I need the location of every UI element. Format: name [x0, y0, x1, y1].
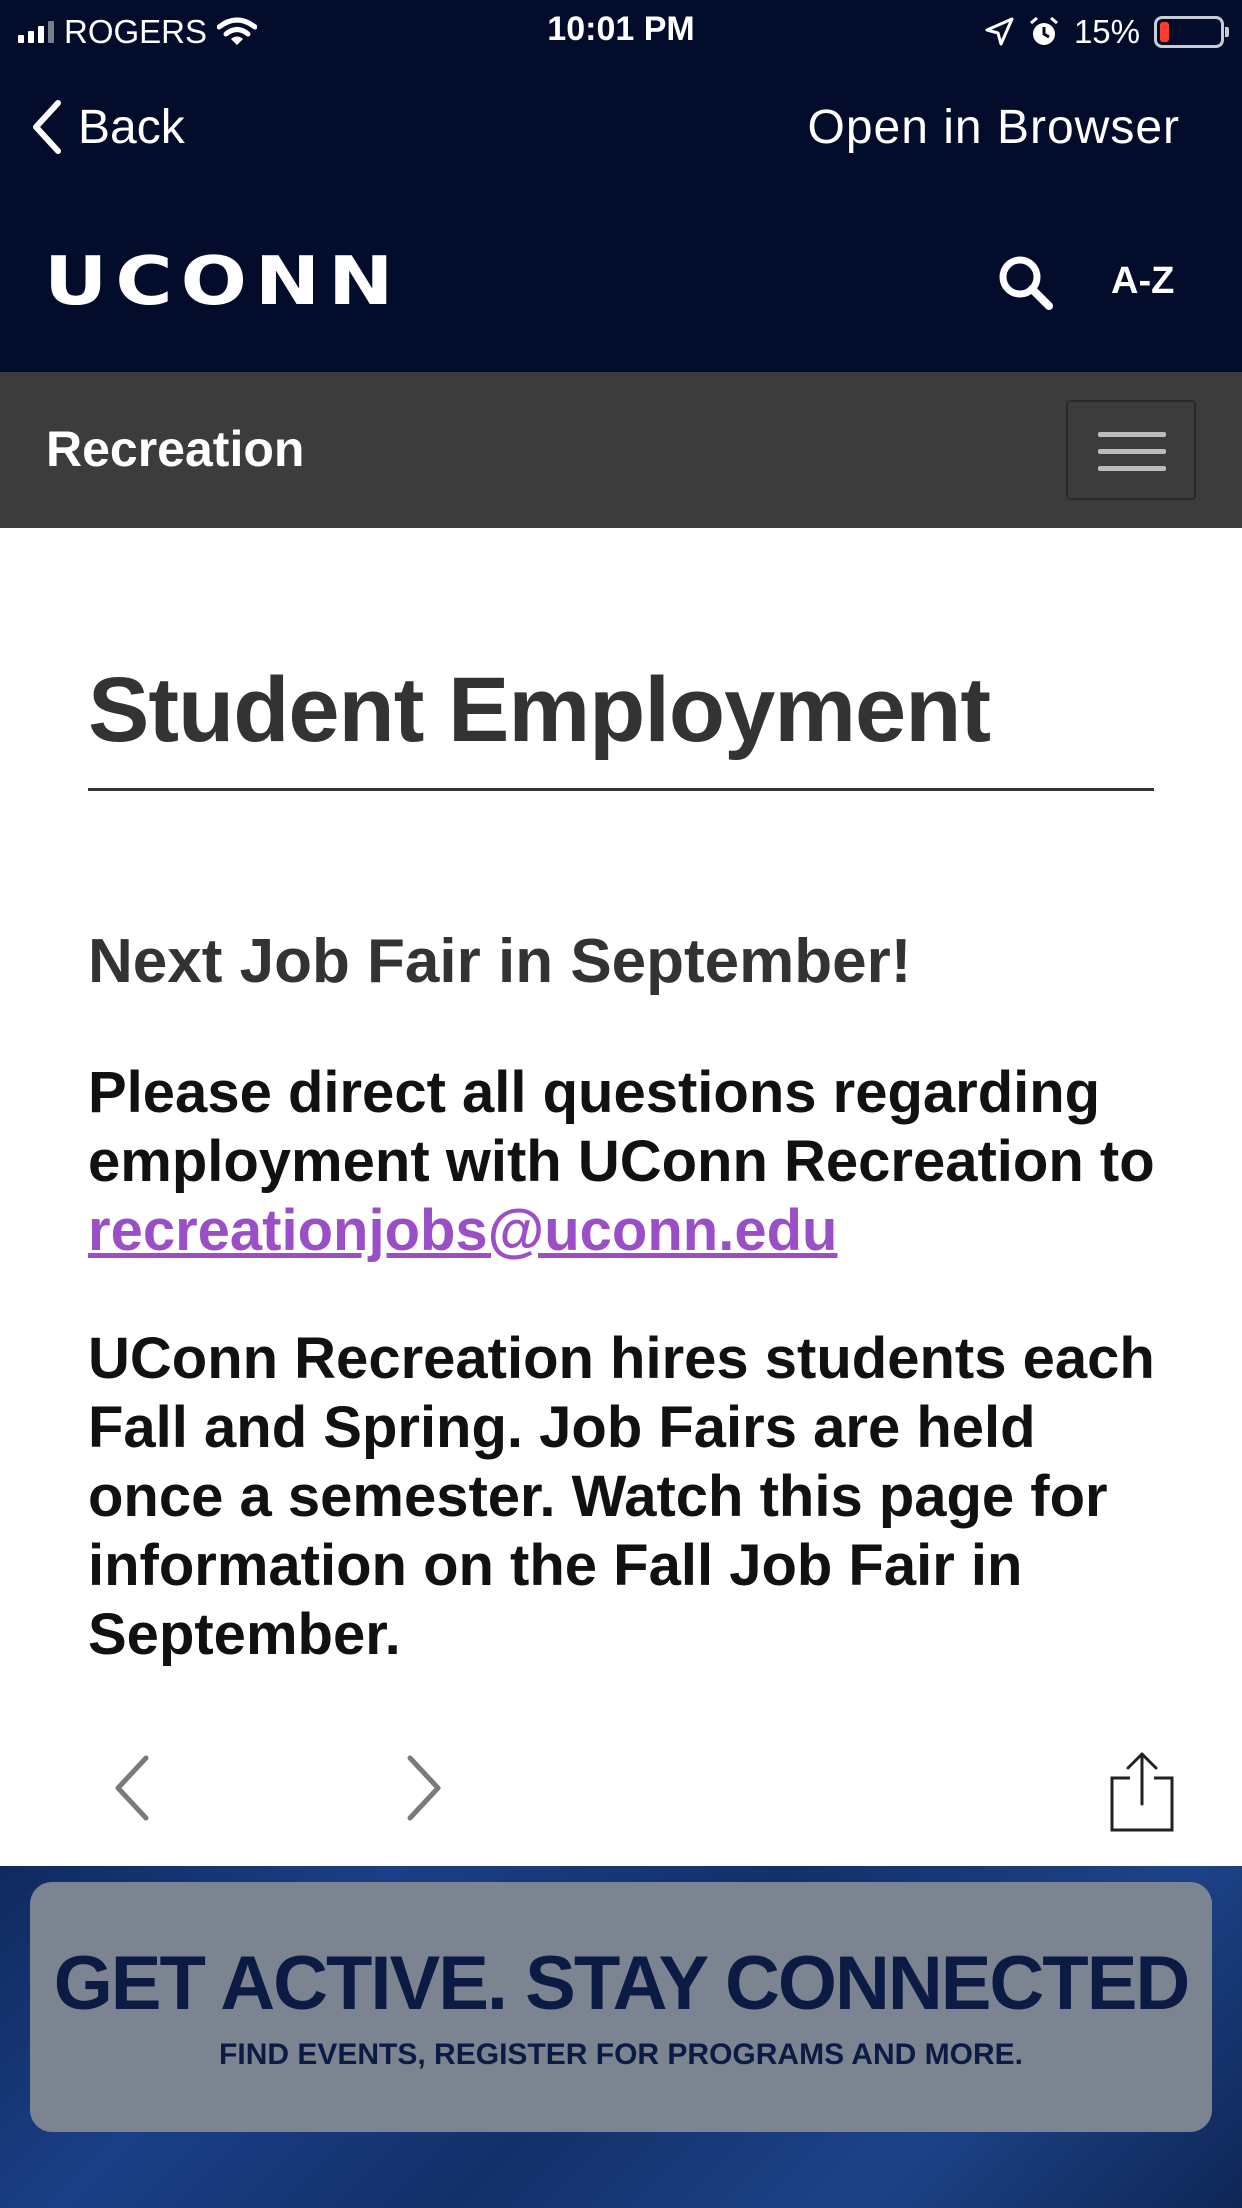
chevron-left-icon[interactable] — [100, 1752, 164, 1824]
hiring-paragraph: UConn Recreation hires students each Fal… — [88, 1326, 1155, 1667]
battery-level — [1160, 22, 1169, 42]
back-label: Back — [78, 100, 185, 154]
section-title[interactable]: Recreation — [46, 420, 304, 478]
a-z-index-link[interactable]: A-Z — [1111, 260, 1174, 303]
chevron-left-icon — [33, 100, 61, 154]
status-right: 15% — [984, 10, 1229, 54]
location-arrow-icon — [985, 17, 1014, 46]
promo-card[interactable]: GET ACTIVE. STAY CONNECTED FIND EVENTS, … — [30, 1882, 1212, 2132]
page-title: Student Employment — [88, 659, 991, 761]
promo-banner[interactable]: GET ACTIVE. STAY CONNECTED FIND EVENTS, … — [0, 1866, 1242, 2208]
section-bar: Recreation — [0, 372, 1242, 528]
open-in-browser-button[interactable]: Open in Browser — [808, 92, 1181, 162]
banner-subline: FIND EVENTS, REGISTER FOR PROGRAMS AND M… — [219, 2038, 1023, 2071]
battery-percent: 15% — [1073, 13, 1140, 50]
email-link[interactable]: recreationjobs@uconn.edu — [88, 1198, 837, 1263]
chevron-right-icon[interactable] — [392, 1752, 456, 1824]
browser-nav-row: Back Open in Browser — [0, 80, 1242, 176]
status-bar: ROGERS 10:01 PM 15% — [0, 0, 1242, 62]
site-header: UCONN A-Z — [0, 236, 1242, 326]
contact-paragraph: Please direct all questions regarding em… — [88, 1058, 1178, 1265]
title-divider — [88, 788, 1154, 791]
hamburger-menu-icon[interactable] — [1066, 400, 1196, 500]
main-content: Student Employment Next Job Fair in Sept… — [0, 528, 1242, 1866]
battery-icon — [1154, 16, 1229, 48]
banner-headline: GET ACTIVE. STAY CONNECTED — [53, 1941, 1191, 2026]
contact-text: Please direct all questions regarding em… — [88, 1060, 1155, 1194]
share-icon[interactable] — [1108, 1750, 1176, 1834]
search-icon[interactable] — [995, 252, 1055, 312]
alarm-icon — [1029, 16, 1058, 45]
uconn-logo[interactable]: UCONN — [44, 248, 401, 315]
back-button[interactable]: Back — [32, 92, 185, 162]
job-fair-heading: Next Job Fair in September! — [88, 927, 912, 996]
